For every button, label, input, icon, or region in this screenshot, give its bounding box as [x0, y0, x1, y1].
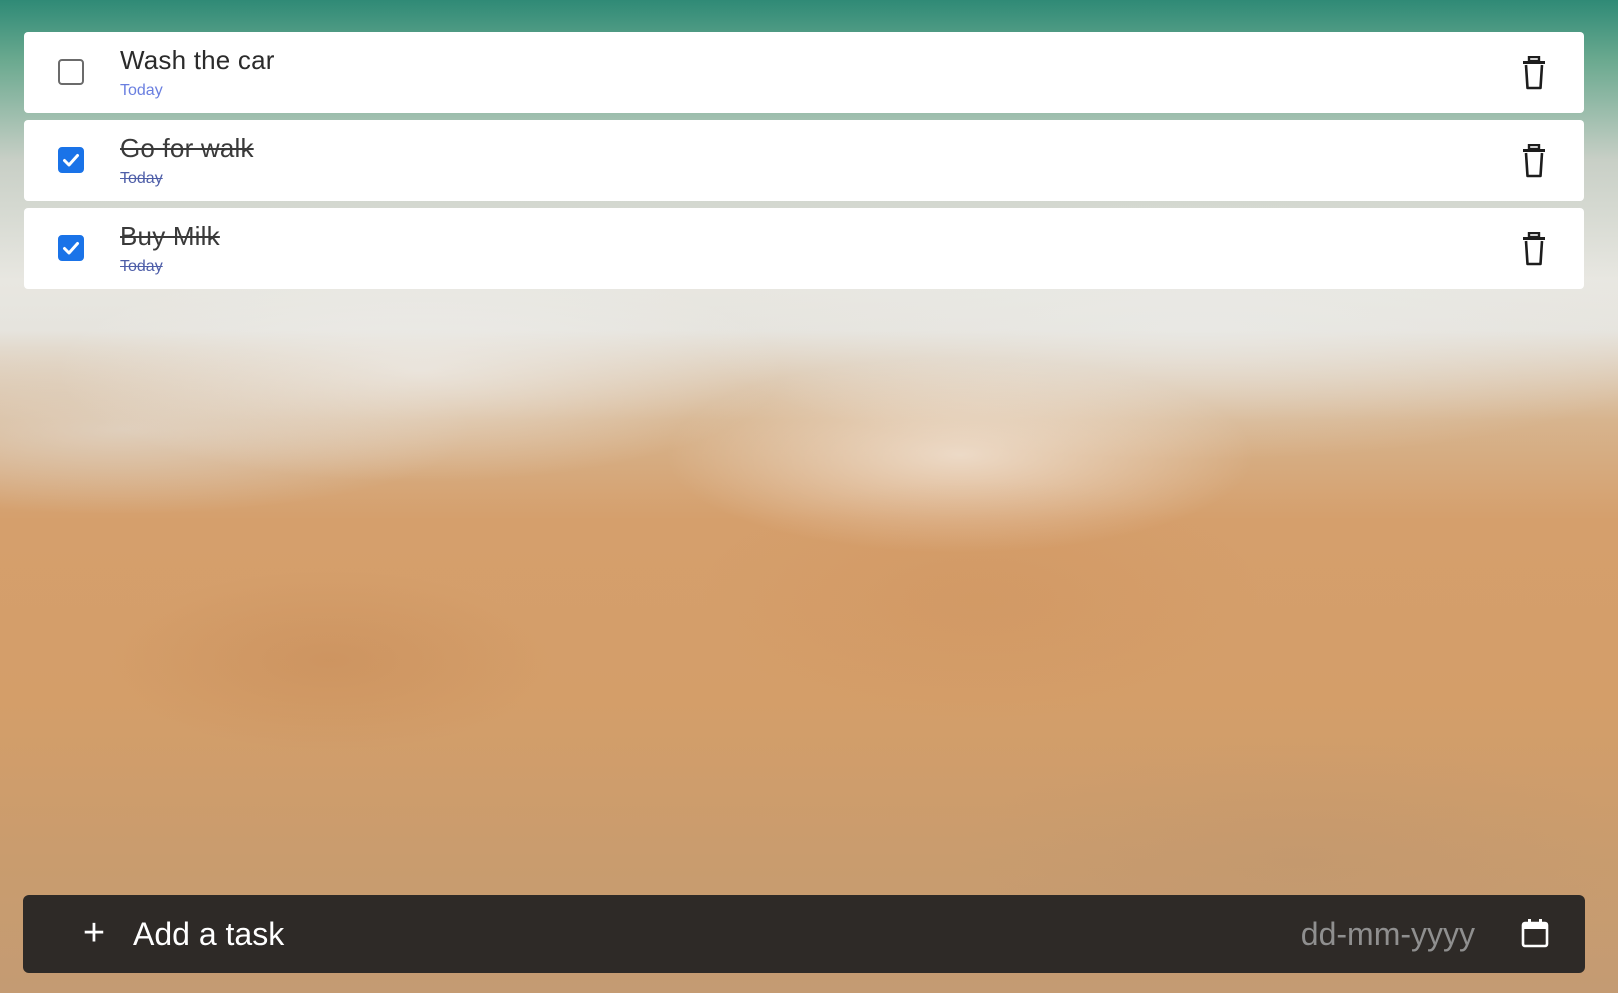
- task-list: Wash the car Today Go for walk Today Buy…: [24, 32, 1584, 296]
- trash-icon: [1523, 143, 1545, 178]
- delete-task-button[interactable]: [1518, 231, 1550, 266]
- task-checkbox[interactable]: [58, 59, 84, 85]
- checkmark-icon: [63, 242, 79, 255]
- task-title[interactable]: Buy Milk: [120, 221, 220, 252]
- task-checkbox[interactable]: [58, 235, 84, 261]
- due-date-input[interactable]: [1235, 909, 1475, 959]
- calendar-icon: [1521, 919, 1549, 948]
- trash-icon: [1523, 55, 1545, 90]
- task-title[interactable]: Go for walk: [120, 133, 254, 164]
- add-task-input[interactable]: [133, 909, 1033, 959]
- task-row: Go for walk Today: [24, 120, 1584, 201]
- todo-app: Wash the car Today Go for walk Today Buy…: [0, 0, 1618, 993]
- task-checkbox[interactable]: [58, 147, 84, 173]
- add-task-bar: +: [23, 895, 1585, 973]
- delete-task-button[interactable]: [1518, 55, 1550, 90]
- delete-task-button[interactable]: [1518, 143, 1550, 178]
- task-row: Wash the car Today: [24, 32, 1584, 113]
- trash-icon: [1523, 231, 1545, 266]
- task-due-date: Today: [120, 258, 163, 275]
- calendar-button[interactable]: [1521, 918, 1549, 948]
- plus-icon[interactable]: +: [77, 914, 111, 952]
- checkmark-icon: [63, 154, 79, 167]
- task-due-date: Today: [120, 170, 163, 187]
- task-due-date: Today: [120, 82, 163, 99]
- task-row: Buy Milk Today: [24, 208, 1584, 289]
- task-title[interactable]: Wash the car: [120, 45, 275, 76]
